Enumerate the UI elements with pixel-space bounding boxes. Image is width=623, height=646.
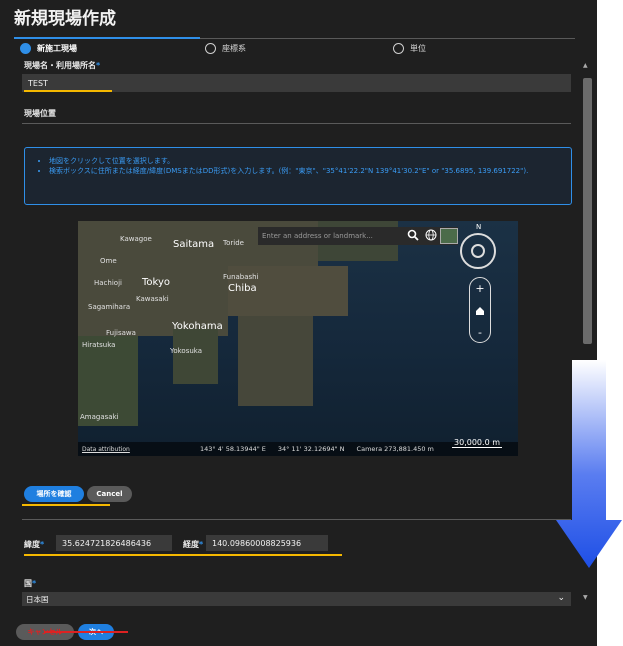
city-label: Chiba — [228, 283, 257, 294]
chevron-down-icon: ⌄ — [557, 593, 565, 603]
map-view[interactable]: Kawagoe Saitama Toride Ome Funabashi Hac… — [78, 221, 518, 456]
latitude-value: 35.624721826486436 — [62, 538, 152, 548]
map-search-input[interactable]: Enter an address or landmark... — [258, 232, 404, 240]
step-units[interactable]: 単位 — [393, 43, 426, 54]
red-strike-annotation — [44, 631, 128, 633]
city-label: Kawasaki — [136, 295, 169, 303]
longitude-label-text: 経度 — [183, 540, 199, 549]
step-new-site[interactable]: 新施工現場 — [20, 43, 77, 54]
site-name-label: 現場名・利用場所名* — [24, 60, 100, 71]
compass-icon[interactable] — [460, 233, 496, 269]
site-name-label-text: 現場名・利用場所名 — [24, 61, 96, 70]
country-label-text: 国 — [24, 579, 32, 588]
required-mark: * — [32, 579, 37, 588]
globe-icon[interactable] — [422, 229, 440, 244]
dialog-title: 新規現場作成 — [14, 9, 116, 29]
map-coordinates: 143° 4' 58.13944" E 34° 11' 32.12694" N … — [200, 445, 434, 453]
step-pending-icon — [205, 43, 216, 54]
section-divider — [22, 519, 571, 520]
cancel-location-button[interactable]: Cancel — [87, 486, 132, 502]
home-icon[interactable] — [470, 300, 490, 322]
longitude-input[interactable]: 140.09860008825936 — [206, 535, 328, 551]
instruction-item: 検索ボックスに住所または経度/緯度(DMSまたはDD形式)を入力します。(例："… — [49, 166, 561, 176]
map-camera-readout: Camera 273,881.450 m — [356, 445, 434, 453]
city-label: Yokohama — [172, 321, 223, 332]
city-label: Fujisawa — [106, 329, 136, 337]
latitude-input[interactable]: 35.624721826486436 — [56, 535, 172, 551]
city-label: Amagasaki — [80, 413, 119, 421]
longitude-label: 経度* — [183, 539, 203, 550]
city-label: Kawagoe — [120, 235, 152, 243]
country-value: 日本国 — [26, 594, 49, 604]
scrollbar-thumb[interactable] — [583, 78, 592, 344]
site-location-label: 現場位置 — [24, 109, 56, 118]
city-label: Toride — [223, 239, 244, 247]
map-instructions-box: 地図をクリックして位置を選択します。 検索ボックスに住所または経度/緯度(DMS… — [24, 147, 572, 205]
coordinates-highlight — [24, 554, 342, 556]
latitude-label-text: 緯度 — [24, 540, 40, 549]
data-attribution-link[interactable]: Data attribution — [82, 446, 130, 453]
site-location-divider — [22, 123, 571, 124]
scroll-down-icon[interactable]: ▼ — [583, 594, 588, 601]
city-label: Funabashi — [223, 273, 259, 281]
stepper-progress — [14, 37, 200, 39]
city-label: Tokyo — [142, 277, 170, 288]
city-label: Hachioji — [94, 279, 122, 287]
step-coordinate-system[interactable]: 座標系 — [205, 43, 246, 54]
city-label: Saitama — [173, 239, 215, 250]
required-mark: * — [199, 540, 204, 549]
step-label: 単位 — [410, 44, 426, 53]
instruction-item: 地図をクリックして位置を選択します。 — [49, 156, 561, 166]
map-scale-bar: 30,000.0 m — [452, 438, 502, 448]
step-active-icon — [20, 43, 31, 54]
required-mark: * — [96, 61, 101, 70]
country-label: 国* — [24, 578, 36, 589]
zoom-control: + - — [469, 277, 491, 343]
basemap-picker-icon[interactable] — [440, 228, 458, 244]
city-label: Hiratsuka — [82, 341, 116, 349]
search-icon[interactable] — [404, 229, 422, 244]
step-label: 新施工現場 — [37, 44, 77, 53]
step-label: 座標系 — [222, 44, 246, 53]
site-name-value: TEST — [28, 78, 48, 88]
scroll-up-icon[interactable]: ▲ — [583, 62, 588, 69]
confirm-location-button[interactable]: 場所を確認 — [24, 486, 84, 502]
confirm-highlight — [22, 504, 110, 506]
country-select[interactable]: 日本国 ⌄ — [22, 592, 571, 606]
required-mark: * — [40, 540, 45, 549]
latitude-label: 緯度* — [24, 539, 44, 550]
city-label: Yokosuka — [170, 347, 203, 355]
scroll-down-arrow-annotation — [556, 360, 622, 568]
dialog-panel: 新規現場作成 新施工現場 座標系 単位 現場名・利用場所名* TEST 現場位置… — [0, 0, 597, 646]
city-label: Ome — [100, 257, 117, 265]
map-land — [238, 316, 313, 406]
map-latitude-readout: 34° 11' 32.12694" N — [277, 445, 345, 453]
step-pending-icon — [393, 43, 404, 54]
city-label: Sagamihara — [88, 303, 131, 311]
map-land — [173, 329, 218, 384]
map-longitude-readout: 143° 4' 58.13944" E — [200, 445, 266, 453]
compass-north-label: N — [476, 223, 482, 231]
longitude-value: 140.09860008825936 — [212, 538, 302, 548]
map-search-bar: Enter an address or landmark... — [258, 227, 458, 245]
zoom-out-button[interactable]: - — [470, 322, 490, 344]
zoom-in-button[interactable]: + — [470, 278, 490, 300]
site-name-highlight — [24, 90, 112, 92]
